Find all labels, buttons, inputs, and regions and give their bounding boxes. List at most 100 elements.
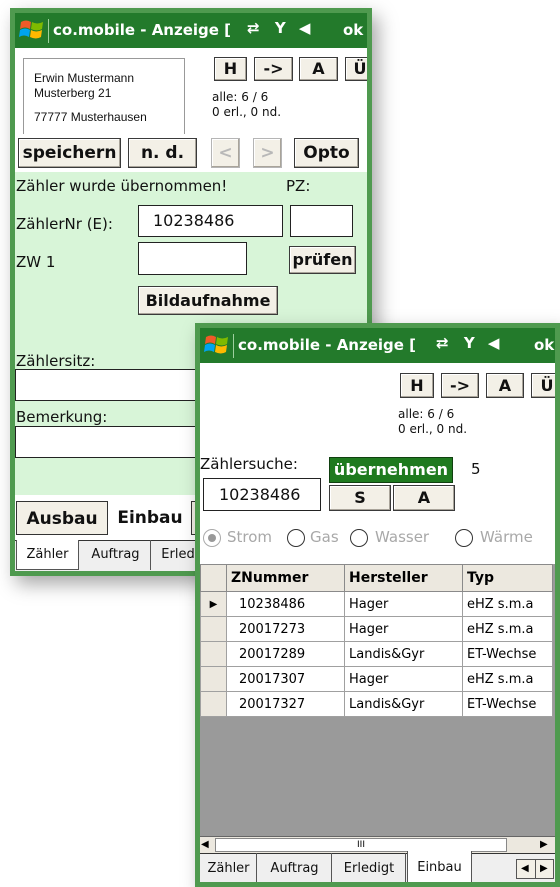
- title-bar: co.mobile - Anzeige [ ⇄ Y ◀ ok: [15, 13, 367, 48]
- tab-auftrag[interactable]: Auftrag: [258, 853, 332, 882]
- column-header-znummer[interactable]: ZNummer: [226, 564, 345, 592]
- tab-scroll-buttons: ◀ ▶: [516, 859, 554, 879]
- scroll-left-icon[interactable]: ◀: [201, 839, 209, 850]
- forward-button[interactable]: ->: [441, 373, 479, 398]
- cell-znummer[interactable]: 10238486: [226, 591, 345, 617]
- title-separator: [48, 19, 49, 43]
- tab-ausbau[interactable]: Ausbau: [16, 501, 108, 535]
- windows-start-icon[interactable]: [19, 18, 45, 43]
- cell-typ[interactable]: ET-Wechse: [462, 691, 553, 717]
- next-button[interactable]: >: [253, 138, 282, 168]
- opto-button[interactable]: Opto: [294, 138, 359, 168]
- row-header: [200, 616, 227, 642]
- count-done: 0 erl., 0 nd.: [212, 105, 282, 119]
- home-button[interactable]: H: [214, 57, 247, 81]
- customer-city: 77777 Musterhausen: [34, 110, 147, 124]
- u-nav-button[interactable]: Ü: [531, 373, 555, 398]
- meter-results-grid: ZNummer Hersteller Typ ▶ 10238486 Hager …: [200, 564, 555, 836]
- title-separator: [233, 334, 234, 358]
- check-button[interactable]: prüfen: [289, 246, 356, 274]
- status-icons: ⇄ Y ◀: [247, 19, 310, 37]
- row-header: [200, 691, 227, 717]
- ok-button[interactable]: ok: [343, 21, 363, 39]
- ok-button[interactable]: ok: [534, 336, 554, 354]
- a-button[interactable]: A: [393, 485, 455, 511]
- cell-znummer[interactable]: 20017273: [226, 616, 345, 642]
- u-nav-button[interactable]: Ü: [345, 57, 367, 81]
- cell-hersteller[interactable]: Landis&Gyr: [344, 691, 463, 717]
- count-all: alle: 6 / 6: [212, 90, 269, 104]
- tab-scroll-right-icon[interactable]: ▶: [540, 863, 548, 874]
- tab-einbau[interactable]: Einbau: [111, 497, 189, 539]
- status-icons: ⇄ Y ◀: [436, 334, 499, 352]
- tab-erledigt[interactable]: Erledigt: [333, 853, 406, 882]
- not-done-button[interactable]: n. d.: [128, 138, 197, 168]
- volume-icon: ◀: [487, 334, 500, 352]
- table-row[interactable]: 20017289 Landis&Gyr ET-Wechse: [200, 641, 553, 667]
- status-message: Zähler wurde übernommen!: [16, 177, 228, 195]
- meter-number-label: ZählerNr (E):: [16, 215, 113, 233]
- utility-type-radio-group: Strom Gas Wasser Wärme: [200, 527, 555, 553]
- cell-hersteller[interactable]: Landis&Gyr: [344, 641, 463, 667]
- customer-street: Musterberg 21: [34, 86, 112, 100]
- sync-icon: ⇄: [247, 19, 260, 37]
- sync-icon: ⇄: [436, 334, 449, 352]
- home-button[interactable]: H: [400, 373, 434, 398]
- windows-start-icon[interactable]: [204, 333, 230, 358]
- app-title: co.mobile - Anzeige [: [53, 21, 232, 39]
- pz-input[interactable]: [290, 205, 353, 237]
- title-bar: co.mobile - Anzeige [ ⇄ Y ◀ ok: [200, 328, 555, 363]
- s-button[interactable]: S: [329, 485, 391, 511]
- current-row-indicator-icon: ▶: [200, 591, 227, 617]
- cell-znummer[interactable]: 20017327: [226, 691, 345, 717]
- cell-typ[interactable]: eHZ s.m.a: [462, 591, 553, 617]
- radio-wasser[interactable]: [350, 529, 368, 547]
- radio-waerme[interactable]: [455, 529, 473, 547]
- cell-znummer[interactable]: 20017289: [226, 641, 345, 667]
- tab-einbau[interactable]: Einbau: [407, 851, 472, 882]
- cell-typ[interactable]: eHZ s.m.a: [462, 616, 553, 642]
- column-header-hersteller[interactable]: Hersteller: [344, 564, 463, 592]
- radio-gas[interactable]: [287, 529, 305, 547]
- tab-scroll-left-icon[interactable]: ◀: [521, 863, 529, 874]
- table-row[interactable]: 20017327 Landis&Gyr ET-Wechse: [200, 691, 553, 717]
- tab-zaehler[interactable]: Zähler: [201, 853, 257, 882]
- radio-wasser-label: Wasser: [375, 528, 430, 546]
- scroll-right-icon[interactable]: ▶: [540, 839, 548, 850]
- scroll-thumb[interactable]: III: [215, 838, 507, 852]
- app-title: co.mobile - Anzeige [: [238, 336, 417, 354]
- zw-label: ZW 1: [16, 253, 56, 271]
- customer-name: Erwin Mustermann: [34, 71, 135, 85]
- signal-icon: Y: [463, 334, 475, 352]
- cell-hersteller[interactable]: Hager: [344, 616, 463, 642]
- row-header-corner: [200, 564, 227, 592]
- row-header: [200, 641, 227, 667]
- save-button[interactable]: speichern: [18, 138, 121, 168]
- photo-capture-button[interactable]: Bildaufnahme: [138, 286, 278, 315]
- apply-button[interactable]: übernehmen: [329, 457, 453, 483]
- cell-hersteller[interactable]: Hager: [344, 591, 463, 617]
- cell-typ[interactable]: eHZ s.m.a: [462, 666, 553, 692]
- meter-location-label: Zählersitz:: [16, 352, 96, 370]
- radio-strom-label: Strom: [227, 528, 273, 546]
- a-nav-button[interactable]: A: [486, 373, 524, 398]
- table-row[interactable]: 20017307 Hager eHZ s.m.a: [200, 666, 553, 692]
- radio-strom[interactable]: [203, 529, 221, 547]
- cell-hersteller[interactable]: Hager: [344, 666, 463, 692]
- forward-button[interactable]: ->: [254, 57, 293, 81]
- count-done: 0 erl., 0 nd.: [398, 422, 468, 436]
- column-header-typ[interactable]: Typ: [462, 564, 553, 592]
- meter-search-label: Zählersuche:: [200, 455, 298, 473]
- meter-number-input[interactable]: 10238486: [138, 205, 283, 237]
- cell-znummer[interactable]: 20017307: [226, 666, 345, 692]
- a-nav-button[interactable]: A: [299, 57, 338, 81]
- cell-typ[interactable]: ET-Wechse: [462, 641, 553, 667]
- table-row[interactable]: ▶ 10238486 Hager eHZ s.m.a: [200, 591, 553, 617]
- horizontal-scrollbar[interactable]: ◀ III ▶: [200, 836, 555, 853]
- zw-input[interactable]: [138, 242, 247, 275]
- previous-button[interactable]: <: [211, 138, 240, 168]
- meter-search-input[interactable]: 10238486: [203, 478, 321, 511]
- tab-zaehler[interactable]: Zähler: [16, 540, 79, 570]
- tab-auftrag[interactable]: Auftrag: [81, 540, 151, 570]
- table-row[interactable]: 20017273 Hager eHZ s.m.a: [200, 616, 553, 642]
